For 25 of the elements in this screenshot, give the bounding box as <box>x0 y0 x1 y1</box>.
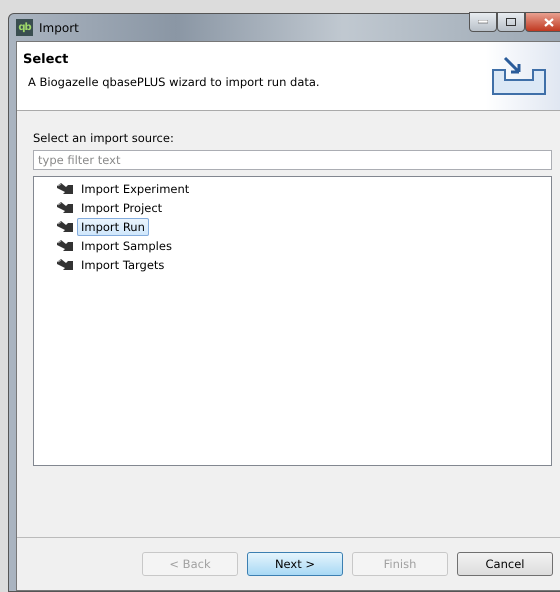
wizard-button[interactable]: Next > <box>247 552 343 576</box>
import-wizard-icon <box>56 238 74 252</box>
minimize-icon <box>478 20 488 24</box>
source-item[interactable]: Import Samples <box>77 236 176 254</box>
page-title: Select <box>23 52 70 67</box>
minimize-button[interactable] <box>469 12 497 32</box>
import-tray-icon <box>491 56 547 96</box>
page-description: A Biogazelle qbasePLUS wizard to import run data. <box>28 75 320 89</box>
import-wizard-icon <box>56 258 74 272</box>
source-label: Select an import source: <box>33 131 175 145</box>
app-icon: qb <box>16 19 33 36</box>
import-wizard-icon <box>56 200 74 214</box>
source-item[interactable]: Import Project <box>77 198 166 216</box>
source-item[interactable]: Import Targets <box>77 256 168 274</box>
source-item[interactable]: Import Run <box>77 218 149 236</box>
wizard-button[interactable]: Cancel <box>457 552 553 576</box>
close-button[interactable] <box>525 12 560 32</box>
maximize-button[interactable] <box>497 12 525 32</box>
source-item[interactable]: Import Experiment <box>77 180 194 198</box>
close-icon <box>544 18 554 26</box>
import-wizard-icon <box>56 182 74 196</box>
maximize-icon <box>506 18 516 26</box>
window-title: Import <box>39 20 79 34</box>
import-wizard-icon <box>56 220 74 234</box>
filter-field[interactable]: type filter text <box>33 150 552 170</box>
